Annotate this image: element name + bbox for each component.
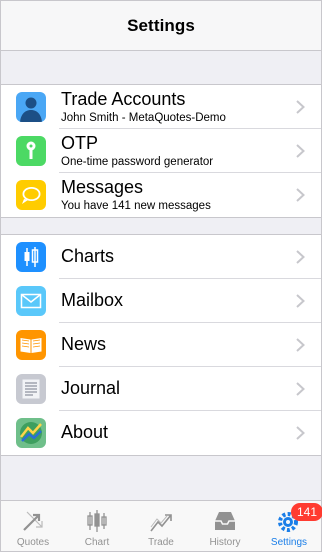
chevron-right-icon xyxy=(296,338,305,352)
tab-quotes[interactable]: Quotes xyxy=(1,501,65,551)
notification-badge: 141 xyxy=(291,503,322,521)
trade-trend-icon xyxy=(147,507,175,535)
tab-history[interactable]: History xyxy=(193,501,257,551)
row-sublabel: John Smith - MetaQuotes-Demo xyxy=(61,112,226,124)
row-about[interactable]: About xyxy=(1,411,321,455)
chevron-right-icon xyxy=(296,144,305,158)
chart-candles-icon xyxy=(83,507,111,535)
row-news[interactable]: News xyxy=(1,323,321,367)
chevron-right-icon xyxy=(296,250,305,264)
envelope-icon xyxy=(16,286,46,316)
person-icon xyxy=(16,92,46,122)
tab-label: History xyxy=(209,537,241,548)
chevron-right-icon xyxy=(296,426,305,440)
row-mailbox[interactable]: Mailbox xyxy=(1,279,321,323)
row-label: Journal xyxy=(61,378,121,398)
row-label: Charts xyxy=(61,246,115,266)
candlestick-icon xyxy=(16,242,46,272)
nav-bar: Settings xyxy=(1,1,321,51)
row-label: Mailbox xyxy=(61,290,124,310)
chevron-right-icon xyxy=(296,188,305,202)
chevron-right-icon xyxy=(296,382,305,396)
tab-bar: Quotes Chart Trade History 141 Settings xyxy=(1,500,322,551)
row-label: About xyxy=(61,422,109,442)
page-title: Settings xyxy=(127,15,195,35)
tab-label: Quotes xyxy=(16,537,50,548)
row-label: OTP xyxy=(61,133,99,153)
document-lines-icon xyxy=(16,374,46,404)
tab-label: Chart xyxy=(84,537,110,548)
row-label: Messages xyxy=(61,177,144,197)
history-inbox-icon xyxy=(211,507,239,535)
tab-settings[interactable]: 141 Settings xyxy=(257,501,322,551)
row-label: Trade Accounts xyxy=(61,89,186,109)
tab-chart[interactable]: Chart xyxy=(65,501,129,551)
row-charts[interactable]: Charts xyxy=(1,235,321,279)
chevron-right-icon xyxy=(296,294,305,308)
row-otp[interactable]: OTP One-time password generator xyxy=(1,129,321,173)
row-sublabel: You have 141 new messages xyxy=(61,200,211,212)
quotes-arrows-icon xyxy=(19,507,47,535)
tab-label: Trade xyxy=(148,537,174,548)
row-label: News xyxy=(61,334,107,354)
row-journal[interactable]: Journal xyxy=(1,367,321,411)
chevron-right-icon xyxy=(296,100,305,114)
account-settings-group: Trade Accounts John Smith - MetaQuotes-D… xyxy=(1,84,321,218)
metatrader-logo-icon xyxy=(16,418,46,448)
app-settings-group: Charts Mailbox News Journal About xyxy=(1,234,321,456)
book-icon xyxy=(16,330,46,360)
row-messages[interactable]: Messages You have 141 new messages xyxy=(1,173,321,217)
tab-label: Settings xyxy=(270,537,308,548)
row-trade-accounts[interactable]: Trade Accounts John Smith - MetaQuotes-D… xyxy=(1,85,321,129)
speech-bubble-icon xyxy=(16,180,46,210)
tab-trade[interactable]: Trade xyxy=(129,501,193,551)
row-sublabel: One-time password generator xyxy=(61,156,214,168)
key-icon xyxy=(16,136,46,166)
